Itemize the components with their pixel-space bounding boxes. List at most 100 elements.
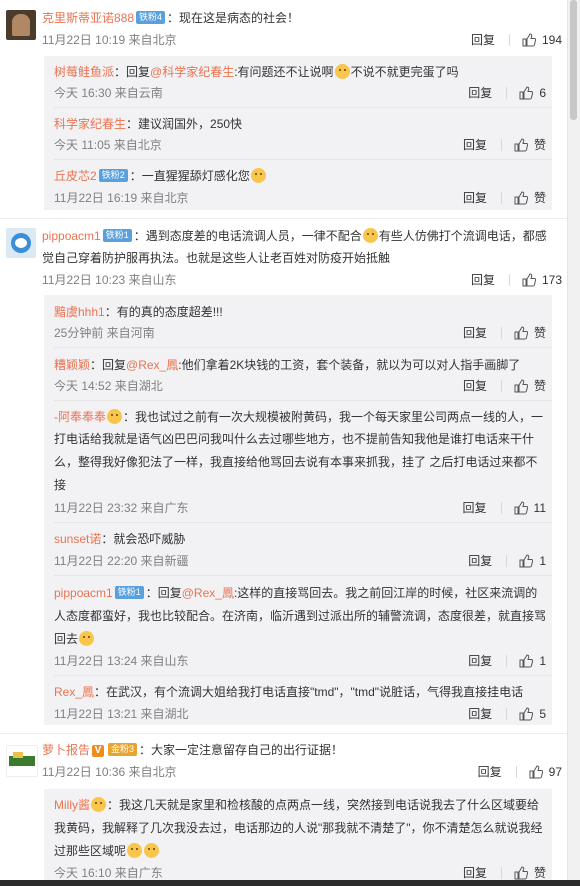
reply-line: 回去 xyxy=(54,629,95,649)
like-icon[interactable] xyxy=(529,765,543,779)
like-icon[interactable] xyxy=(519,554,534,568)
comment-line: 觉自己穿着防护服再执法。也就是这些人让老百姓对防疫开始抵触 xyxy=(42,248,390,268)
reply-line: 我黄码，我解释了几次我没去过，电话那边的人说"那我就不清楚了"，你不清楚怎么就说… xyxy=(54,818,543,838)
like-count: 97 xyxy=(548,765,562,779)
username[interactable]: 糟颖颖 xyxy=(54,358,90,372)
like-icon[interactable] xyxy=(514,379,528,393)
like-count: 赞 xyxy=(533,191,546,205)
reply-line: Milly酱 ：我这几天就是家里和检核酸的点两点一线，突然接到电话说我去了什么区域… xyxy=(54,795,539,815)
fan-badge[interactable]: 铁粉4 xyxy=(136,11,166,24)
comment-text: ：现在这是病态的社会！ xyxy=(167,11,300,25)
like-icon[interactable] xyxy=(514,138,528,152)
emoji-icon xyxy=(334,64,350,79)
comment-meta: 11月22日 10:23 来自山东 xyxy=(42,273,177,287)
mention-link[interactable]: @Rex_鳳 xyxy=(126,358,178,372)
reply-prefix: ：回复 xyxy=(90,358,127,372)
bottom-bar xyxy=(0,880,580,886)
avatar[interactable] xyxy=(6,228,36,258)
like-count: 11 xyxy=(533,501,546,515)
username[interactable]: 萝卜报告 xyxy=(42,743,90,757)
reply-meta: 11月22日 22:20 来自新疆 xyxy=(54,554,189,568)
reply-button[interactable]: 回复 xyxy=(471,271,495,289)
reply-line: -阿奉奉奉 ：我也试过之前有一次大规模被附黄码，我一个每天家里公司两点一线的人，一 xyxy=(54,407,543,427)
reply-button[interactable]: 回复 xyxy=(463,499,487,517)
comment-text: 觉自己穿着防护服再执法。也就是这些人让老百姓对防疫开始抵触 xyxy=(42,251,391,265)
reply-text: ：就会恐吓威胁 xyxy=(101,532,186,546)
reply-line: sunset诺：就会恐吓威胁 xyxy=(54,529,185,549)
reply-text: 不说不就更完蛋了吗 xyxy=(350,65,459,79)
comment-actions: 回复 97 xyxy=(478,763,562,781)
like-icon[interactable] xyxy=(519,707,534,721)
username[interactable]: 科学家纪春生 xyxy=(54,117,126,131)
reply-prefix: ：回复 xyxy=(114,65,151,79)
like-count: 173 xyxy=(541,273,562,287)
divider xyxy=(54,347,552,348)
reply-line: 么，整得我好像犯法了一样，我直接给他骂回去说有本事来抓我，挂了 之后打电话过来都… xyxy=(54,452,537,472)
reply-actions: 回复 赞 xyxy=(463,189,546,207)
comment-text: ：遇到态度差的电话流调人员，一律不配合 xyxy=(133,229,362,243)
reply-button[interactable]: 回复 xyxy=(478,763,502,781)
reply-text: 么，整得我好像犯法了一样，我直接给他骂回去说有本事来抓我，挂了 之后打电话过来都… xyxy=(54,455,538,469)
reply-text: ：建议润国外，250快 xyxy=(126,117,243,131)
reply-meta: 11月22日 23:32 来自广东 xyxy=(54,501,189,515)
reply-text: ：有的真的态度超差!!! xyxy=(104,305,223,319)
username[interactable]: -阿奉奉奉 xyxy=(54,410,106,424)
like-icon[interactable] xyxy=(514,191,528,205)
username[interactable]: pippoacm1 xyxy=(54,586,113,600)
reply-text: 打电话给我就是语气凶巴巴问我叫什么去过哪些地方，也不提前告知我他是谁打电话来干什 xyxy=(54,432,535,446)
like-icon[interactable] xyxy=(514,501,528,515)
reply-line: 过那些区域呢 xyxy=(54,841,160,861)
reply-button[interactable]: 回复 xyxy=(468,84,492,102)
username[interactable]: pippoacm1 xyxy=(42,229,101,243)
username[interactable]: 黯虞hhh1 xyxy=(54,305,105,319)
username[interactable]: 丘皮芯2 xyxy=(54,169,97,183)
like-count: 赞 xyxy=(533,379,546,393)
mention-link[interactable]: @科学家纪春生 xyxy=(150,65,234,79)
reply-text: ：在武汉，有个流调大姐给我打电话直接"tmd"，"tmd"说脏话，气得我直接挂电… xyxy=(94,685,524,699)
comment-line: pippoacm1 铁粉1 ：遇到态度差的电话流调人员，一律不配合 有些人仿佛打个流调… xyxy=(42,226,547,246)
reply-button[interactable]: 回复 xyxy=(468,652,492,670)
reply-actions: 回复 赞 xyxy=(463,136,546,154)
like-count: 5 xyxy=(539,707,546,721)
reply-button[interactable]: 回复 xyxy=(463,377,487,395)
username[interactable]: 树莓鲑鱼派 xyxy=(54,65,114,79)
like-icon[interactable] xyxy=(519,86,534,100)
username[interactable]: sunset诺 xyxy=(54,532,101,546)
fan-badge[interactable]: 铁粉1 xyxy=(102,229,132,242)
scrollbar-thumb[interactable] xyxy=(570,0,577,120)
avatar[interactable] xyxy=(6,745,38,777)
like-count: 6 xyxy=(539,86,546,100)
reply-button[interactable]: 回复 xyxy=(471,31,495,49)
reply-text: 过那些区域呢 xyxy=(54,844,127,858)
username[interactable]: Milly酱 xyxy=(54,798,90,812)
username[interactable]: Rex_鳳 xyxy=(54,685,94,699)
reply-text: 人态度都蛮好，我也比较配合。在济南，临沂遇到过派出所的辅警流调，态度很差，就直接… xyxy=(54,609,547,623)
reply-button[interactable]: 回复 xyxy=(463,136,487,154)
fan-badge[interactable]: 铁粉1 xyxy=(114,586,144,599)
reply-button[interactable]: 回复 xyxy=(468,705,492,723)
comment-actions: 回复 194 xyxy=(471,31,562,49)
reply-text: ：一直猩猩舔灯感化您 xyxy=(129,169,250,183)
reply-line: 糟颖颖：回复@Rex_鳳:他们拿着2K块钱的工资，套个装备，就以为可以对人指手画… xyxy=(54,355,520,375)
like-icon[interactable] xyxy=(514,866,528,880)
comment-separator xyxy=(0,733,568,734)
emoji-icon xyxy=(127,843,143,858)
like-icon[interactable] xyxy=(514,326,528,340)
comment-text: ：大家一定注意留存自己的出行证据！ xyxy=(139,743,344,757)
avatar[interactable] xyxy=(6,10,36,40)
like-icon[interactable] xyxy=(522,33,536,47)
reply-text: ：我也试过之前有一次大规模被附黄码，我一个每天家里公司两点一线的人，一 xyxy=(123,410,544,424)
reply-button[interactable]: 回复 xyxy=(468,552,492,570)
mention-link[interactable]: @Rex_鳳 xyxy=(182,586,234,600)
reply-line: Rex_鳳：在武汉，有个流调大姐给我打电话直接"tmd"，"tmd"说脏话，气得… xyxy=(54,682,523,702)
reply-button[interactable]: 回复 xyxy=(463,189,487,207)
comment-line: 萝卜报告 V 金粉3 ：大家一定注意留存自己的出行证据！ xyxy=(42,740,343,760)
fan-badge[interactable]: 铁粉2 xyxy=(98,169,128,182)
like-icon[interactable] xyxy=(519,654,534,668)
username[interactable]: 克里斯蒂亚诺888 xyxy=(42,11,134,25)
reply-button[interactable]: 回复 xyxy=(463,324,487,342)
reply-meta: 11月22日 13:24 来自山东 xyxy=(54,654,189,668)
like-icon[interactable] xyxy=(522,273,536,287)
scrollbar[interactable] xyxy=(567,0,580,886)
fan-badge[interactable]: 金粉3 xyxy=(108,743,138,756)
